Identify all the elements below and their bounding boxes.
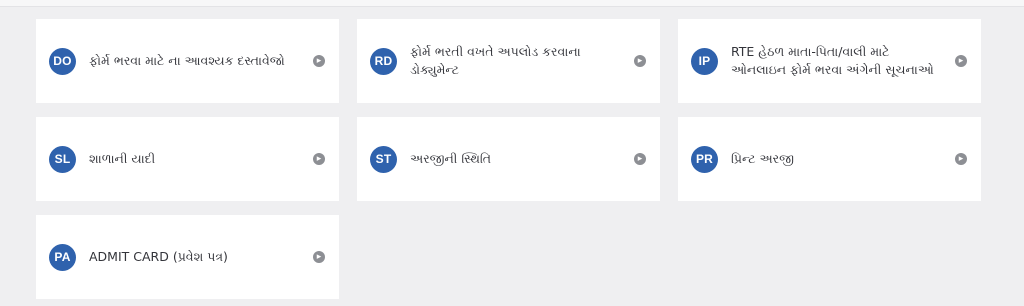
card-print-application[interactable]: PR પ્રિન્ટ અરજી ▸ (678, 117, 981, 201)
card-application-status[interactable]: ST અરજીની સ્થિતિ ▸ (357, 117, 660, 201)
card-badge: PR (691, 145, 718, 173)
arrow-right-circle-icon[interactable]: ▸ (313, 153, 325, 165)
card-badge: DO (49, 47, 76, 75)
card-badge: SL (49, 145, 76, 173)
arrow-right-circle-icon[interactable]: ▸ (955, 153, 967, 165)
arrow-right-circle-icon[interactable]: ▸ (313, 251, 325, 263)
card-badge: ST (370, 145, 397, 173)
arrow-right-circle-icon[interactable]: ▸ (313, 55, 325, 67)
card-badge: IP (691, 47, 718, 75)
card-badge: PA (49, 243, 76, 271)
card-label: ફોર્મ ભરતી વખતે અપલોડ કરવાના ડોક્યુમેન્ટ (410, 44, 581, 77)
card-label: RTE હેઠળ માતા-પિતા/વાલી માટે ઓનલાઇન ફોર્… (731, 44, 934, 77)
card-school-list[interactable]: SL શાળાની યાદી ▸ (36, 117, 339, 201)
arrow-right-circle-icon[interactable]: ▸ (634, 153, 646, 165)
arrow-right-circle-icon[interactable]: ▸ (955, 55, 967, 67)
services-grid: DO ફોર્મ ભરવા માટે ના આવશ્યક દસ્તાવેજો ▸… (36, 19, 981, 299)
card-label: ADMIT CARD (પ્રવેશ પત્ર) (89, 249, 228, 264)
card-instructions[interactable]: IP RTE હેઠળ માતા-પિતા/વાલી માટે ઓનલાઇન ફ… (678, 19, 981, 103)
top-divider (0, 0, 1024, 7)
card-label: શાળાની યાદી (89, 151, 156, 166)
card-upload-documents[interactable]: RD ફોર્મ ભરતી વખતે અપલોડ કરવાના ડોક્યુમે… (357, 19, 660, 103)
card-required-documents[interactable]: DO ફોર્મ ભરવા માટે ના આવશ્યક દસ્તાવેજો ▸ (36, 19, 339, 103)
card-label: પ્રિન્ટ અરજી (731, 151, 794, 166)
card-badge: RD (370, 47, 397, 75)
card-label: અરજીની સ્થિતિ (410, 151, 492, 166)
card-label: ફોર્મ ભરવા માટે ના આવશ્યક દસ્તાવેજો (89, 53, 285, 68)
arrow-right-circle-icon[interactable]: ▸ (634, 55, 646, 67)
card-admit-card[interactable]: PA ADMIT CARD (પ્રવેશ પત્ર) ▸ (36, 215, 339, 299)
